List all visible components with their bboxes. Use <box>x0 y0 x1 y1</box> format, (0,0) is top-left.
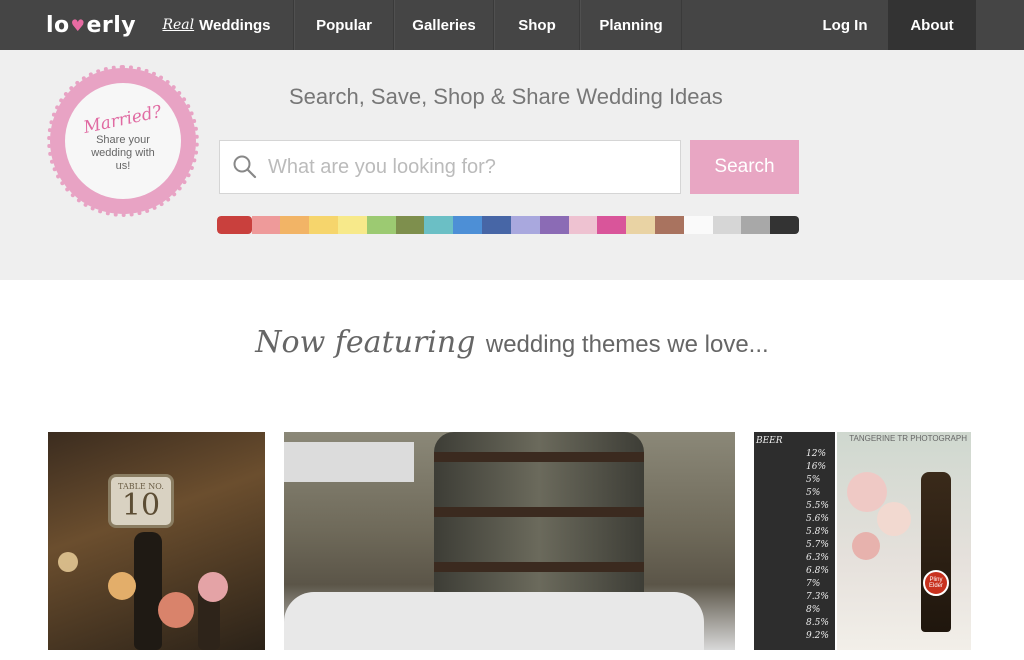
photo-credit: TANGERINE TR PHOTOGRAPH <box>849 434 967 443</box>
site-logo[interactable]: lo ♥ erly <box>0 0 140 50</box>
theme-thumbnail-beer-flowers[interactable]: TANGERINE TR PHOTOGRAPH Pliny Elder <box>837 432 971 650</box>
login-link[interactable]: Log In <box>802 0 888 50</box>
search-input[interactable] <box>268 155 668 179</box>
search-icon <box>233 155 257 179</box>
nav-shop-label: Shop <box>518 16 556 34</box>
feature-heading: Now featuring wedding themes we love... <box>0 325 1024 360</box>
flower-shape <box>198 572 228 602</box>
color-swatch[interactable] <box>395 216 425 234</box>
hero-tagline: Search, Save, Shop & Share Wedding Ideas <box>289 84 723 109</box>
theme-thumbnail-rustic-table[interactable]: TABLE NO. 10 <box>48 432 265 650</box>
color-swatch[interactable] <box>366 216 396 234</box>
nav-shop[interactable]: Shop <box>494 0 580 50</box>
color-swatch[interactable] <box>568 216 598 234</box>
married-badge[interactable]: Married? Share your wedding with us! <box>47 65 199 217</box>
beer-label: Pliny Elder <box>923 570 949 596</box>
badge-text: Share your wedding with us! <box>91 133 155 172</box>
flower-shape <box>108 572 136 600</box>
nav-galleries-label: Galleries <box>412 16 476 34</box>
color-palette <box>217 216 799 234</box>
color-swatch[interactable] <box>741 216 771 234</box>
nav-galleries[interactable]: Galleries <box>394 0 494 50</box>
color-swatch[interactable] <box>309 216 339 234</box>
chalk-line: 7.3% <box>806 592 829 602</box>
chalk-line: BEER <box>756 436 783 446</box>
color-swatch[interactable] <box>338 216 367 234</box>
search-button[interactable]: Search <box>690 140 799 194</box>
flower-shape <box>158 592 194 628</box>
barrel-hoop <box>434 452 644 462</box>
nav-real-weddings-label: Weddings <box>199 16 271 34</box>
nav-popular-label: Popular <box>316 16 372 34</box>
theme-thumbnail-chalkboard[interactable]: BEER 12% 16% 5% 5% 5.5% 5.6% 5.8% 5.7% 6.3% 6.8% 7%… <box>754 432 835 650</box>
color-swatch[interactable] <box>217 216 252 234</box>
flower-shape <box>877 502 911 536</box>
badge-script: Married? <box>82 101 164 138</box>
table-shape <box>284 442 414 482</box>
chalk-line: 8.5% <box>806 618 829 628</box>
badge-inner: Married? Share your wedding with us! <box>65 83 181 199</box>
color-swatch[interactable] <box>539 216 569 234</box>
theme-thumbnail-barrel-drinks[interactable] <box>284 432 735 650</box>
top-nav: lo ♥ erly Real Weddings Popular Galleries … <box>0 0 1024 50</box>
table-sign-number: 10 <box>121 487 161 523</box>
nav-real-weddings[interactable]: Real Weddings <box>140 0 294 50</box>
about-link[interactable]: About <box>888 0 976 50</box>
color-swatch[interactable] <box>597 216 627 234</box>
color-swatch[interactable] <box>424 216 454 234</box>
feature-rest: wedding themes we love... <box>485 331 769 358</box>
chalk-line: 5.6% <box>806 514 829 524</box>
chalk-line: 12% <box>806 449 827 459</box>
color-swatch[interactable] <box>770 216 799 234</box>
chalk-line: 5.5% <box>806 501 829 511</box>
color-swatch[interactable] <box>712 216 742 234</box>
flower-shape <box>852 532 880 560</box>
color-swatch[interactable] <box>251 216 281 234</box>
chalk-line: 6.3% <box>806 553 829 563</box>
color-swatch[interactable] <box>482 216 511 234</box>
drink-tub-shape <box>284 592 704 650</box>
color-swatch[interactable] <box>683 216 713 234</box>
color-swatch[interactable] <box>280 216 310 234</box>
candle-glow <box>58 552 78 572</box>
chalk-line: 8% <box>806 605 821 615</box>
hero-section: Married? Share your wedding with us! Sea… <box>0 50 1024 280</box>
color-swatch[interactable] <box>654 216 684 234</box>
feature-script: Now featuring <box>255 325 476 360</box>
search-box[interactable] <box>219 140 681 194</box>
login-label: Log In <box>822 16 868 34</box>
chalk-line: 5% <box>806 488 821 498</box>
chalk-line: 6.8% <box>806 566 829 576</box>
heart-icon: ♥ <box>70 15 86 35</box>
color-swatch[interactable] <box>626 216 655 234</box>
nav-real-script: Real <box>162 17 195 33</box>
chalk-line: 5% <box>806 475 821 485</box>
nav-planning-label: Planning <box>599 16 663 34</box>
barrel-hoop <box>434 562 644 572</box>
bottle-shape <box>134 532 162 650</box>
beer-bottle <box>921 472 951 632</box>
chalk-line: 9.2% <box>806 631 829 641</box>
chalk-line: 7% <box>806 579 821 589</box>
chalk-line: 16% <box>806 462 827 472</box>
color-swatch[interactable] <box>510 216 540 234</box>
nav-popular[interactable]: Popular <box>294 0 394 50</box>
about-label: About <box>910 16 954 34</box>
chalk-line: 5.7% <box>806 540 829 550</box>
chalk-line: 5.8% <box>806 527 829 537</box>
barrel-hoop <box>434 507 644 517</box>
nav-planning[interactable]: Planning <box>580 0 682 50</box>
color-swatch[interactable] <box>453 216 483 234</box>
table-number-sign: TABLE NO. 10 <box>108 474 174 528</box>
